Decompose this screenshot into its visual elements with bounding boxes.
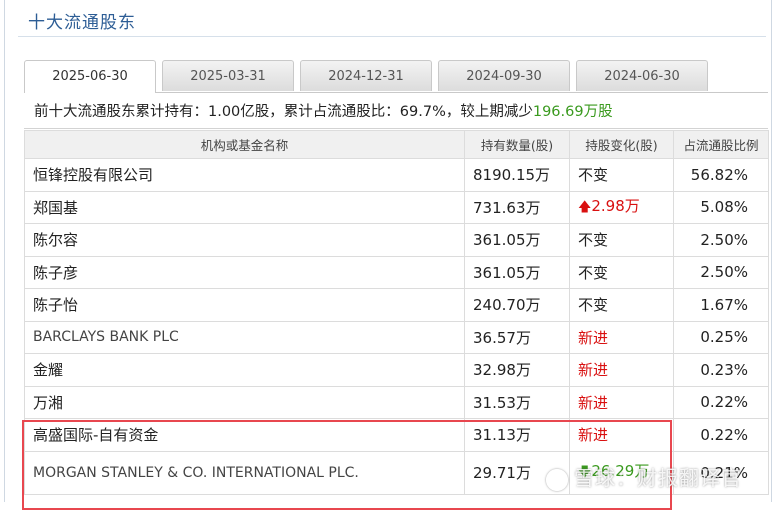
col-header-amount: 持有数量(股) <box>464 130 570 159</box>
holding-change: 不变 <box>569 158 674 192</box>
holding-pct: 5.08% <box>673 190 769 224</box>
summary-change: 196.69万股 <box>532 104 613 120</box>
holder-name: 郑国基 <box>24 190 465 224</box>
holding-pct: 2.50% <box>673 255 769 289</box>
col-header-change: 持股变化(股) <box>569 130 674 159</box>
holder-name: MORGAN STANLEY & CO. INTERNATIONAL PLC. <box>24 450 465 495</box>
holding-amount: 731.63万 <box>464 190 570 224</box>
holding-change: 不变 <box>569 255 674 289</box>
snowball-logo-icon <box>546 468 568 491</box>
holding-pct: 56.82% <box>673 158 769 192</box>
watermark-text: 雪球：财报翻译官 <box>574 466 742 490</box>
summary-divider <box>24 128 768 129</box>
holding-amount: 32.98万 <box>464 353 570 387</box>
holding-amount: 31.13万 <box>464 418 570 452</box>
increase-arrow-icon: 🡅 <box>578 199 592 215</box>
table-row: 金耀 32.98万 新进 0.23% <box>24 353 769 387</box>
tab-2024-12-31[interactable]: 2024-12-31 <box>300 60 432 91</box>
col-header-name: 机构或基金名称 <box>24 130 465 159</box>
holding-pct: 0.22% <box>673 385 769 419</box>
summary-text: 前十大流通股东累计持有：1.00亿股，累计占流通股比：69.7%，较上期减少 <box>34 104 533 120</box>
col-header-pct: 占流通股比例 <box>673 130 769 159</box>
holder-name: 万湘 <box>24 385 465 419</box>
holder-name: BARCLAYS BANK PLC <box>24 320 465 354</box>
holding-amount: 361.05万 <box>464 255 570 289</box>
tab-2025-03-31[interactable]: 2025-03-31 <box>162 60 294 91</box>
holding-amount: 8190.15万 <box>464 158 570 192</box>
table-row: 郑国基 731.63万 🡅2.98万 5.08% <box>24 190 769 224</box>
holding-change: 🡅2.98万 <box>569 190 674 224</box>
holder-name: 陈子彦 <box>24 255 465 289</box>
holding-pct: 0.22% <box>673 418 769 452</box>
holder-name: 陈尔容 <box>24 223 465 257</box>
table-row: 高盛国际-自有资金 31.13万 新进 0.22% <box>24 418 769 452</box>
table-row: 恒锋控股有限公司 8190.15万 不变 56.82% <box>24 158 769 192</box>
table-row: 万湘 31.53万 新进 0.22% <box>24 385 769 419</box>
holding-pct: 0.23% <box>673 353 769 387</box>
holding-change: 新进 <box>569 385 674 419</box>
holder-name: 金耀 <box>24 353 465 387</box>
tab-2025-06-30[interactable]: 2025-06-30 <box>24 60 156 93</box>
tab-2024-06-30[interactable]: 2024-06-30 <box>576 60 708 91</box>
holding-amount: 361.05万 <box>464 223 570 257</box>
holding-change: 不变 <box>569 223 674 257</box>
holding-change-value: 2.98万 <box>591 196 640 215</box>
table-header-row: 机构或基金名称 持有数量(股) 持股变化(股) 占流通股比例 <box>24 130 769 159</box>
holder-name: 恒锋控股有限公司 <box>24 158 465 192</box>
table-row: 陈子怡 240.70万 不变 1.67% <box>24 288 769 322</box>
shareholders-table: 机构或基金名称 持有数量(股) 持股变化(股) 占流通股比例 恒锋控股有限公司 … <box>24 130 769 495</box>
holding-change: 新进 <box>569 418 674 452</box>
holding-change: 新进 <box>569 320 674 354</box>
title-divider <box>18 36 766 37</box>
tab-2024-09-30[interactable]: 2024-09-30 <box>438 60 570 91</box>
holder-name: 高盛国际-自有资金 <box>24 418 465 452</box>
holding-amount: 36.57万 <box>464 320 570 354</box>
holder-name: 陈子怡 <box>24 288 465 322</box>
holding-amount: 240.70万 <box>464 288 570 322</box>
holding-pct: 0.25% <box>673 320 769 354</box>
holding-change: 不变 <box>569 288 674 322</box>
table-row: 陈子彦 361.05万 不变 2.50% <box>24 255 769 289</box>
page-title: 十大流通股东 <box>28 13 136 33</box>
holding-summary: 前十大流通股东累计持有：1.00亿股，累计占流通股比：69.7%，较上期减少19… <box>34 100 613 121</box>
holding-change: 新进 <box>569 353 674 387</box>
table-row: BARCLAYS BANK PLC 36.57万 新进 0.25% <box>24 320 769 354</box>
holding-pct: 1.67% <box>673 288 769 322</box>
holding-amount: 31.53万 <box>464 385 570 419</box>
watermark: 雪球：财报翻译官 <box>546 462 742 491</box>
holding-pct: 2.50% <box>673 223 769 257</box>
table-row: 陈尔容 361.05万 不变 2.50% <box>24 223 769 257</box>
